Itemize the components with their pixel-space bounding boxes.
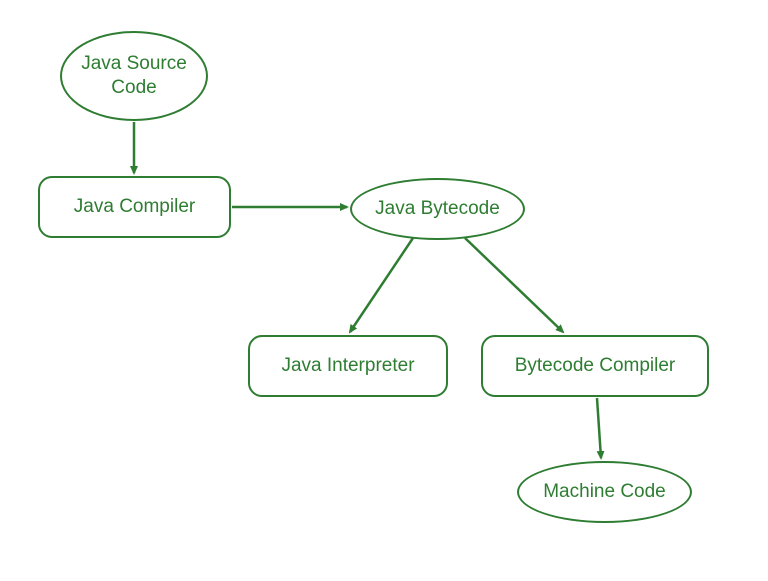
node-label: Java Compiler [74,195,195,219]
arrow-bytecode-compiler-to-machine [597,398,601,458]
node-label: Java SourceCode [81,52,187,100]
node-machine-code: Machine Code [517,461,692,523]
arrow-bytecode-to-interpreter [350,238,413,332]
node-label: Machine Code [543,480,666,504]
node-label: Java Bytecode [375,197,500,221]
node-label: Bytecode Compiler [515,354,676,378]
node-bytecode-compiler: Bytecode Compiler [481,335,709,397]
arrow-bytecode-to-bytecode-compiler [465,238,563,332]
node-java-source-code: Java SourceCode [60,31,208,121]
node-java-interpreter: Java Interpreter [248,335,448,397]
node-label: Java Interpreter [281,354,414,378]
node-java-compiler: Java Compiler [38,176,231,238]
node-java-bytecode: Java Bytecode [350,178,525,240]
